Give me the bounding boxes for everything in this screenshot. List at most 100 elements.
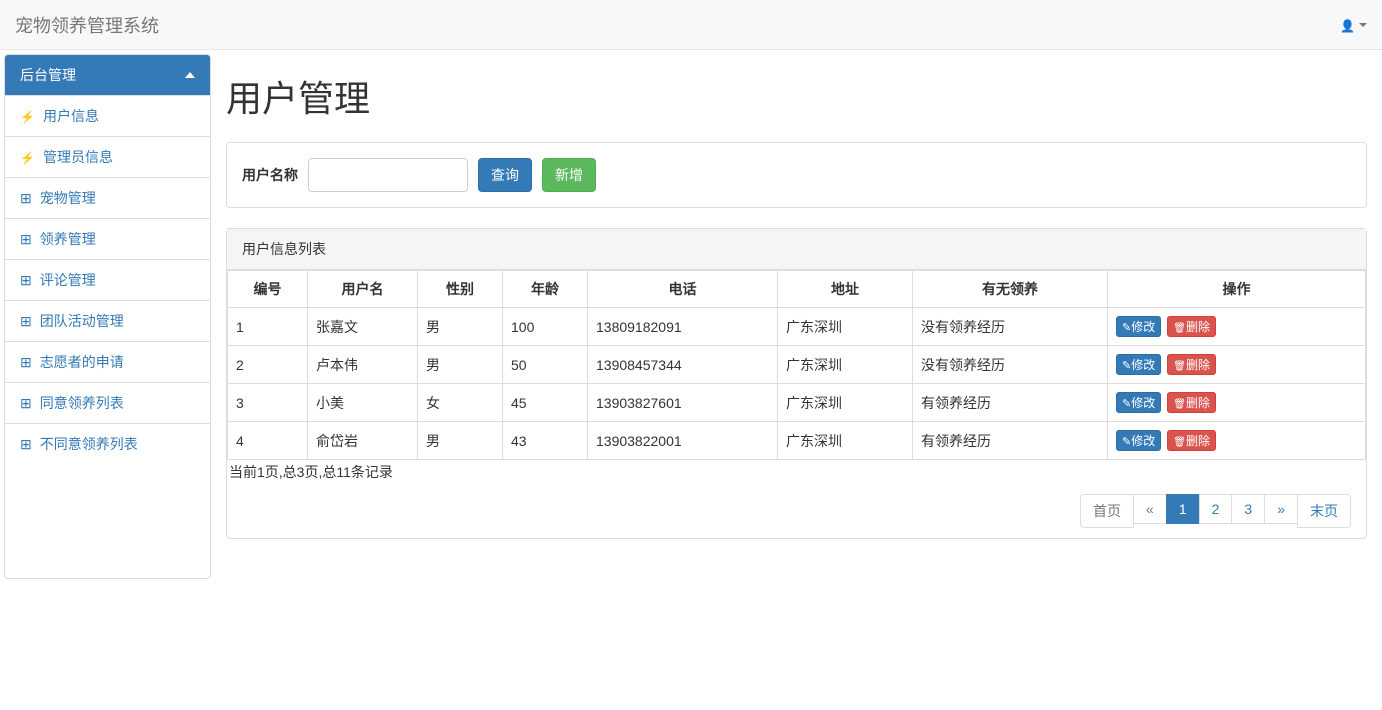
cell-name: 俞岱岩: [308, 422, 418, 460]
cell-name: 张嘉文: [308, 308, 418, 346]
cell-phone: 13903822001: [588, 422, 778, 460]
edit-button[interactable]: 修改: [1116, 430, 1161, 451]
navbar: 宠物领养管理系统: [0, 0, 1382, 50]
sidebar-item-label: 团队活动管理: [40, 311, 124, 331]
page-prev[interactable]: «: [1133, 494, 1167, 524]
trash-icon: [1173, 396, 1186, 410]
search-input[interactable]: [308, 158, 468, 192]
sidebar-item-4[interactable]: 评论管理: [5, 259, 210, 300]
cell-id: 1: [228, 308, 308, 346]
th-addr: 地址: [778, 271, 913, 308]
cell-age: 50: [503, 346, 588, 384]
page-next[interactable]: »: [1264, 494, 1298, 524]
sidebar-item-label: 同意领养列表: [40, 393, 124, 413]
sidebar-item-5[interactable]: 团队活动管理: [5, 300, 210, 341]
edit-button[interactable]: 修改: [1116, 392, 1161, 413]
page-first[interactable]: 首页: [1080, 494, 1134, 528]
delete-button[interactable]: 删除: [1167, 392, 1216, 413]
cell-addr: 广东深圳: [778, 308, 913, 346]
caret-down-icon: [1359, 23, 1367, 27]
flash-icon: [20, 108, 35, 124]
page-last[interactable]: 末页: [1297, 494, 1351, 528]
page-1[interactable]: 1: [1166, 494, 1200, 524]
chevron-up-icon: [185, 72, 195, 78]
sidebar-item-6[interactable]: 志愿者的申请: [5, 341, 210, 382]
cell-gender: 女: [418, 384, 503, 422]
page-2[interactable]: 2: [1199, 494, 1233, 524]
add-button[interactable]: 新增: [542, 158, 596, 192]
delete-button[interactable]: 删除: [1167, 430, 1216, 451]
cell-addr: 广东深圳: [778, 384, 913, 422]
sidebar-item-7[interactable]: 同意领养列表: [5, 382, 210, 423]
navbar-brand: 宠物领养管理系统: [15, 12, 159, 38]
sidebar-item-label: 志愿者的申请: [40, 352, 124, 372]
pencil-icon: [1122, 434, 1131, 448]
delete-button[interactable]: 删除: [1167, 354, 1216, 375]
search-panel: 用户名称 查询 新增: [226, 142, 1367, 208]
sidebar-heading-label: 后台管理: [20, 65, 76, 85]
cell-gender: 男: [418, 422, 503, 460]
cell-id: 2: [228, 346, 308, 384]
cell-ops: 修改删除: [1108, 422, 1366, 460]
cell-id: 3: [228, 384, 308, 422]
sidebar-item-label: 用户信息: [43, 106, 99, 126]
sidebar-item-8[interactable]: 不同意领养列表: [5, 423, 210, 464]
cell-adopt: 有领养经历: [913, 384, 1108, 422]
page-3[interactable]: 3: [1231, 494, 1265, 524]
sidebar-item-0[interactable]: 用户信息: [5, 95, 210, 136]
cell-phone: 13809182091: [588, 308, 778, 346]
table-row: 4俞岱岩男4313903822001广东深圳有领养经历修改删除: [228, 422, 1366, 460]
user-table: 编号 用户名 性别 年龄 电话 地址 有无领养 操作 1张嘉文男10013809…: [227, 270, 1366, 460]
edit-button[interactable]: 修改: [1116, 354, 1161, 375]
table-header-row: 编号 用户名 性别 年龄 电话 地址 有无领养 操作: [228, 271, 1366, 308]
pencil-icon: [1122, 320, 1131, 334]
th-name: 用户名: [308, 271, 418, 308]
cell-phone: 13903827601: [588, 384, 778, 422]
cell-adopt: 有领养经历: [913, 422, 1108, 460]
cell-id: 4: [228, 422, 308, 460]
sitemap-icon: [20, 272, 32, 289]
flash-icon: [20, 149, 35, 165]
delete-button[interactable]: 删除: [1167, 316, 1216, 337]
th-phone: 电话: [588, 271, 778, 308]
cell-name: 小美: [308, 384, 418, 422]
sidebar-heading[interactable]: 后台管理: [5, 55, 210, 95]
sidebar-item-3[interactable]: 领养管理: [5, 218, 210, 259]
main-content: 用户管理 用户名称 查询 新增 用户信息列表 编号 用户名 性别 年龄 电话: [211, 50, 1382, 579]
user-icon: [1340, 17, 1355, 33]
sitemap-icon: [20, 395, 32, 412]
th-gender: 性别: [418, 271, 503, 308]
sitemap-icon: [20, 190, 32, 207]
trash-icon: [1173, 434, 1186, 448]
pencil-icon: [1122, 396, 1131, 410]
cell-adopt: 没有领养经历: [913, 346, 1108, 384]
user-menu-toggle[interactable]: [1340, 17, 1367, 33]
sitemap-icon: [20, 313, 32, 330]
edit-button[interactable]: 修改: [1116, 316, 1161, 337]
sidebar: 后台管理 用户信息管理员信息宠物管理领养管理评论管理团队活动管理志愿者的申请同意…: [4, 54, 211, 579]
th-age: 年龄: [503, 271, 588, 308]
page-title: 用户管理: [226, 70, 1367, 122]
table-row: 1张嘉文男10013809182091广东深圳没有领养经历修改删除: [228, 308, 1366, 346]
sidebar-item-label: 宠物管理: [40, 188, 96, 208]
cell-addr: 广东深圳: [778, 346, 913, 384]
table-row: 2卢本伟男5013908457344广东深圳没有领养经历修改删除: [228, 346, 1366, 384]
cell-age: 43: [503, 422, 588, 460]
sidebar-item-2[interactable]: 宠物管理: [5, 177, 210, 218]
cell-gender: 男: [418, 308, 503, 346]
trash-icon: [1173, 358, 1186, 372]
sitemap-icon: [20, 436, 32, 453]
sidebar-item-1[interactable]: 管理员信息: [5, 136, 210, 177]
cell-phone: 13908457344: [588, 346, 778, 384]
cell-name: 卢本伟: [308, 346, 418, 384]
sitemap-icon: [20, 231, 32, 248]
sidebar-item-label: 不同意领养列表: [40, 434, 138, 454]
sidebar-item-label: 评论管理: [40, 270, 96, 290]
th-adopt: 有无领养: [913, 271, 1108, 308]
sitemap-icon: [20, 354, 32, 371]
cell-age: 45: [503, 384, 588, 422]
table-panel: 用户信息列表 编号 用户名 性别 年龄 电话 地址 有无领养 操作 1张嘉文男1…: [226, 228, 1367, 539]
query-button[interactable]: 查询: [478, 158, 532, 192]
cell-adopt: 没有领养经历: [913, 308, 1108, 346]
pagination: 首页«123»末页: [227, 494, 1351, 528]
